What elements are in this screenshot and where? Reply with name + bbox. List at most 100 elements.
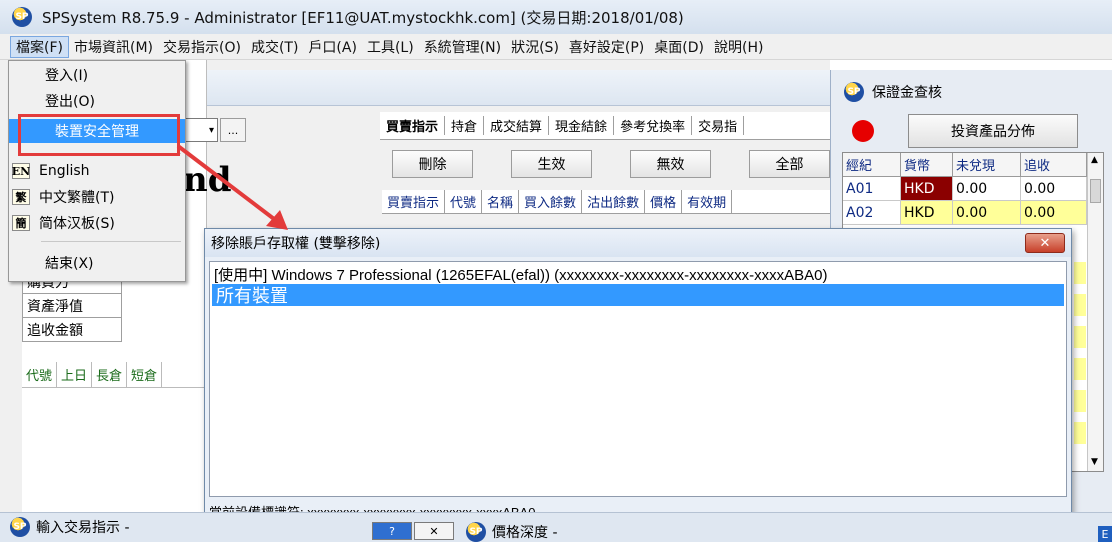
col-currency[interactable]: 貨幣 — [901, 153, 953, 177]
menu-item-label: 登入(I) — [45, 68, 89, 84]
menu-item-label: 登出(O) — [45, 94, 95, 110]
broker-cell: A01 — [843, 177, 901, 201]
menu-file[interactable]: 檔案(F) — [10, 35, 69, 58]
app-logo-icon: SP — [10, 517, 30, 537]
menu-preferences[interactable]: 喜好設定(P) — [564, 37, 649, 57]
scroll-down-icon[interactable]: ▼ — [1091, 457, 1098, 467]
chevron-down-icon: ▾ — [208, 124, 214, 136]
annotation-arrow-icon — [176, 144, 288, 230]
remove-access-dialog: 移除賬戶存取權 (雙擊移除) ✕ [使用中] Windows 7 Profess… — [204, 228, 1072, 524]
menu-desktop[interactable]: 桌面(D) — [649, 37, 709, 57]
position-grid-header: 代號 上日 長倉 短倉 — [22, 362, 205, 388]
dialog-titlebar: 移除賬戶存取權 (雙擊移除) — [205, 229, 1071, 257]
order-panel-header — [190, 70, 830, 106]
menu-account[interactable]: 戶口(A) — [303, 37, 362, 57]
col-margin-call[interactable]: 追收 — [1021, 153, 1087, 177]
margin-call-cell: 0.00 — [1021, 177, 1087, 201]
col-short[interactable]: 短倉 — [127, 362, 163, 387]
unrealized-cell: 0.00 — [953, 201, 1021, 225]
col-order[interactable]: 買賣指示 — [382, 190, 446, 213]
app-logo-icon: SP — [12, 7, 32, 27]
menu-trades[interactable]: 成交(T) — [246, 37, 303, 57]
close-icon[interactable]: ✕ — [1025, 233, 1065, 253]
taskbar-item-order-entry[interactable]: SP 輸入交易指示 - — [10, 515, 130, 539]
file-menu-dropdown: 登入(I) 登出(O) 裝置安全管理 EN English 繁 中文繁體(T) … — [8, 60, 186, 282]
browse-button[interactable]: ... — [220, 118, 246, 142]
window-title: SPSystem R8.75.9 - Administrator [EF11@U… — [42, 8, 684, 27]
margin-window-titlebar: SP 保證金查核 — [832, 76, 1110, 108]
col-pos-code[interactable]: 代號 — [22, 362, 58, 387]
order-action-buttons: 刪除 生效 無效 全部 — [380, 150, 830, 182]
activate-button[interactable]: 生效 — [511, 150, 592, 178]
tab-fx-rates[interactable]: 參考兌換率 — [614, 116, 693, 135]
deactivate-button[interactable]: 無效 — [630, 150, 711, 178]
menu-item-english[interactable]: EN English — [9, 159, 185, 183]
menu-item-label: 結束(X) — [45, 256, 94, 272]
order-tabs: 買賣指示 持倉 成交結算 現金結餘 參考兌換率 交易指 — [380, 112, 830, 140]
english-flag-icon: EN — [11, 163, 31, 179]
product-distribution-button[interactable]: 投資產品分佈 — [908, 114, 1078, 148]
menu-bar: 檔案(F) 市場資訊(M) 交易指示(O) 成交(T) 戶口(A) 工具(L) … — [0, 34, 1112, 60]
simplified-chinese-icon: 簡 — [12, 215, 30, 231]
margin-grid-header: 經紀 貨幣 未兌現 追收 — [843, 153, 1087, 177]
table-row[interactable]: A02 HKD 0.00 0.00 — [843, 201, 1087, 225]
col-price[interactable]: 價格 — [645, 190, 683, 213]
col-code[interactable]: 代號 — [445, 190, 483, 213]
menu-item-logout[interactable]: 登出(O) — [9, 89, 185, 113]
annotation-highlight-box — [18, 114, 180, 156]
col-name[interactable]: 名稱 — [482, 190, 520, 213]
tab-settlement[interactable]: 成交結算 — [484, 116, 550, 135]
margin-call-cell: 0.00 — [1021, 201, 1087, 225]
close-window-button[interactable]: ✕ — [414, 522, 454, 540]
tab-trades[interactable]: 交易指 — [692, 116, 745, 135]
taskbar-item-label: 價格深度 - — [492, 525, 558, 541]
menu-item-traditional-chinese[interactable]: 繁 中文繁體(T) — [9, 185, 185, 209]
col-prev-day[interactable]: 上日 — [57, 362, 93, 387]
menu-item-login[interactable]: 登入(I) — [9, 63, 185, 87]
taskbar-edge-button[interactable]: E — [1098, 526, 1112, 542]
help-button[interactable]: ? — [372, 522, 412, 540]
margin-grid-cell-stripes — [1074, 262, 1086, 452]
delete-button[interactable]: 刪除 — [392, 150, 473, 178]
tab-orders[interactable]: 買賣指示 — [380, 116, 446, 135]
broker-cell: A02 — [843, 201, 901, 225]
title-bar: SP SPSystem R8.75.9 - Administrator [EF1… — [0, 0, 1112, 34]
device-list: [使用中] Windows 7 Professional (1265EFAL(e… — [209, 261, 1067, 497]
list-item[interactable]: [使用中] Windows 7 Professional (1265EFAL(e… — [214, 264, 827, 284]
margin-grid-scrollbar[interactable]: ▲ ▼ — [1087, 153, 1103, 471]
col-unrealized[interactable]: 未兌現 — [953, 153, 1021, 177]
app-logo-icon: SP — [466, 522, 486, 542]
scroll-thumb[interactable] — [1090, 179, 1101, 203]
taskbar-item-market-depth[interactable]: SP 價格深度 - — [466, 522, 558, 542]
net-asset-label: 資產淨值 — [22, 294, 122, 318]
menu-help[interactable]: 說明(H) — [709, 37, 768, 57]
menu-item-label: 简体汉板(S) — [39, 216, 115, 232]
menu-divider — [41, 241, 181, 242]
menu-item-exit[interactable]: 結束(X) — [9, 251, 185, 275]
order-grid-header: 買賣指示 代號 名稱 買入餘數 沽出餘數 價格 有效期 — [382, 190, 830, 214]
margin-window-title: 保證金查核 — [872, 85, 942, 101]
list-item[interactable]: 所有裝置 — [212, 284, 1064, 307]
menu-status[interactable]: 狀況(S) — [506, 37, 564, 57]
table-row[interactable]: A01 HKD 0.00 0.00 — [843, 177, 1087, 201]
traditional-chinese-icon: 繁 — [12, 189, 30, 205]
menu-system-admin[interactable]: 系統管理(N) — [419, 37, 506, 57]
scroll-up-icon[interactable]: ▲ — [1091, 155, 1098, 165]
col-buy-remaining[interactable]: 買入餘數 — [519, 190, 583, 213]
all-button[interactable]: 全部 — [749, 150, 830, 178]
tab-positions[interactable]: 持倉 — [445, 116, 485, 135]
col-validity[interactable]: 有效期 — [682, 190, 733, 213]
currency-cell: HKD — [901, 201, 953, 225]
menu-item-label: 中文繁體(T) — [39, 190, 115, 206]
col-broker[interactable]: 經紀 — [843, 153, 901, 177]
menu-tools[interactable]: 工具(L) — [362, 37, 419, 57]
margin-call-label: 追收金額 — [22, 318, 122, 342]
menu-item-simplified-chinese[interactable]: 簡 简体汉板(S) — [9, 211, 185, 235]
currency-cell: HKD — [901, 177, 953, 201]
col-long[interactable]: 長倉 — [92, 362, 128, 387]
tab-cash-balance[interactable]: 現金結餘 — [549, 116, 615, 135]
col-sell-remaining[interactable]: 沽出餘數 — [582, 190, 646, 213]
unrealized-cell: 0.00 — [953, 177, 1021, 201]
menu-orders[interactable]: 交易指示(O) — [158, 37, 246, 57]
menu-market-info[interactable]: 市場資訊(M) — [69, 37, 158, 57]
